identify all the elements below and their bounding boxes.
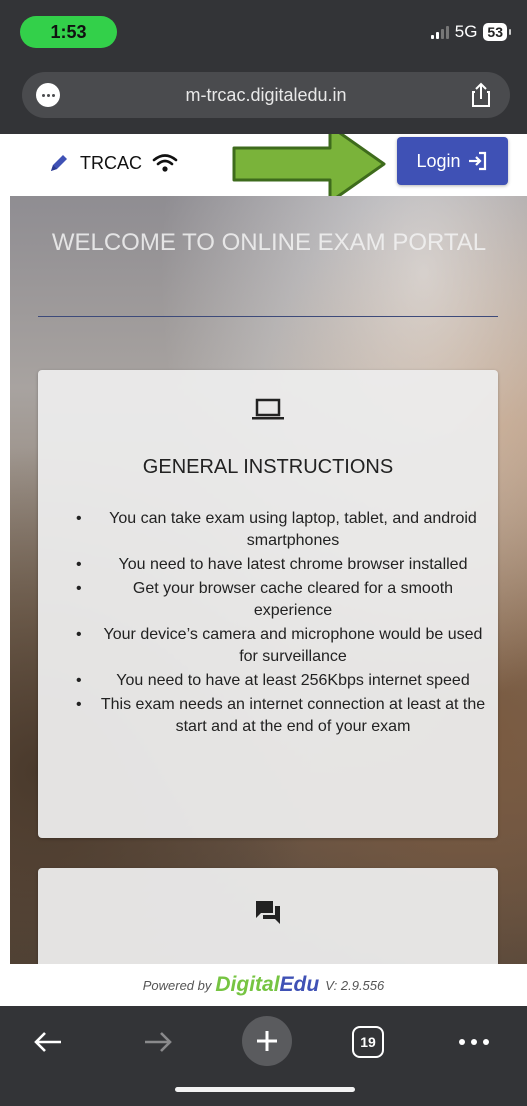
status-indicators: 5G 53 (430, 22, 511, 42)
status-time: 1:53 (20, 16, 117, 48)
powered-by-text: Powered by (142, 977, 212, 993)
new-tab-icon (257, 1031, 277, 1051)
faq-card (38, 868, 498, 964)
forward-button[interactable] (136, 1020, 180, 1064)
home-indicator (175, 1087, 355, 1092)
laptop-icon (252, 398, 284, 420)
instructions-title: GENERAL INSTRUCTIONS (142, 456, 394, 478)
annotation-arrow (232, 134, 386, 204)
instructions-card: GENERAL INSTRUCTIONS You can take exam u… (38, 370, 498, 838)
wifi-icon (152, 154, 178, 172)
tabs-count: 19 (352, 1026, 384, 1058)
hero-section: WELCOME TO ONLINE EXAM PORTAL GENERAL IN… (10, 196, 527, 964)
browser-top-chrome: 1:53 5G 53 m-trcac.digitaledu.in (0, 0, 527, 134)
forward-icon (145, 1032, 172, 1052)
network-type: 5G (454, 22, 478, 41)
brand: TRCAC (48, 152, 178, 174)
tab-switcher-button[interactable]: 19 (346, 1020, 390, 1064)
url-text[interactable]: m-trcac.digitaledu.in (185, 85, 346, 106)
signal-icon (430, 25, 449, 39)
battery-icon: 53 (483, 23, 511, 41)
powered-by-footer: Powered by DigitalEdu V: 2.9.556 (0, 964, 527, 1006)
forum-icon (256, 901, 280, 924)
title-divider (38, 316, 498, 317)
brand-name: TRCAC (80, 152, 142, 173)
list-item: This exam needs an internet connection a… (70, 694, 486, 738)
digitaledu-logo: DigitalEdu (215, 973, 320, 996)
list-item: Your device’s camera and microphone woul… (70, 624, 486, 668)
list-item: Get your browser cache cleared for a smo… (70, 578, 486, 622)
login-icon (468, 151, 486, 171)
page-title: WELCOME TO ONLINE EXAM PORTAL (51, 229, 487, 256)
address-bar[interactable]: m-trcac.digitaledu.in (22, 72, 510, 118)
pencil-icon (51, 155, 67, 171)
more-icon (459, 1039, 489, 1045)
more-button[interactable] (452, 1020, 496, 1064)
app-header: TRCAC Login (0, 134, 527, 204)
new-tab-button[interactable] (242, 1016, 292, 1066)
login-button[interactable]: Login (397, 137, 508, 185)
list-item: You need to have at least 256Kbps intern… (70, 670, 486, 692)
version-text: V: 2.9.556 (325, 977, 385, 993)
back-button[interactable] (26, 1020, 70, 1064)
back-icon (34, 1032, 61, 1052)
page-options-icon[interactable] (36, 83, 60, 107)
share-icon[interactable] (466, 80, 496, 110)
login-label: Login (416, 150, 461, 171)
web-page: TRCAC Login WELCOME TO ONLINE EXAM PORTA… (0, 134, 527, 964)
list-item: You can take exam using laptop, tablet, … (70, 508, 486, 552)
list-item: You need to have latest chrome browser i… (70, 554, 486, 576)
instructions-list: You can take exam using laptop, tablet, … (70, 508, 486, 740)
